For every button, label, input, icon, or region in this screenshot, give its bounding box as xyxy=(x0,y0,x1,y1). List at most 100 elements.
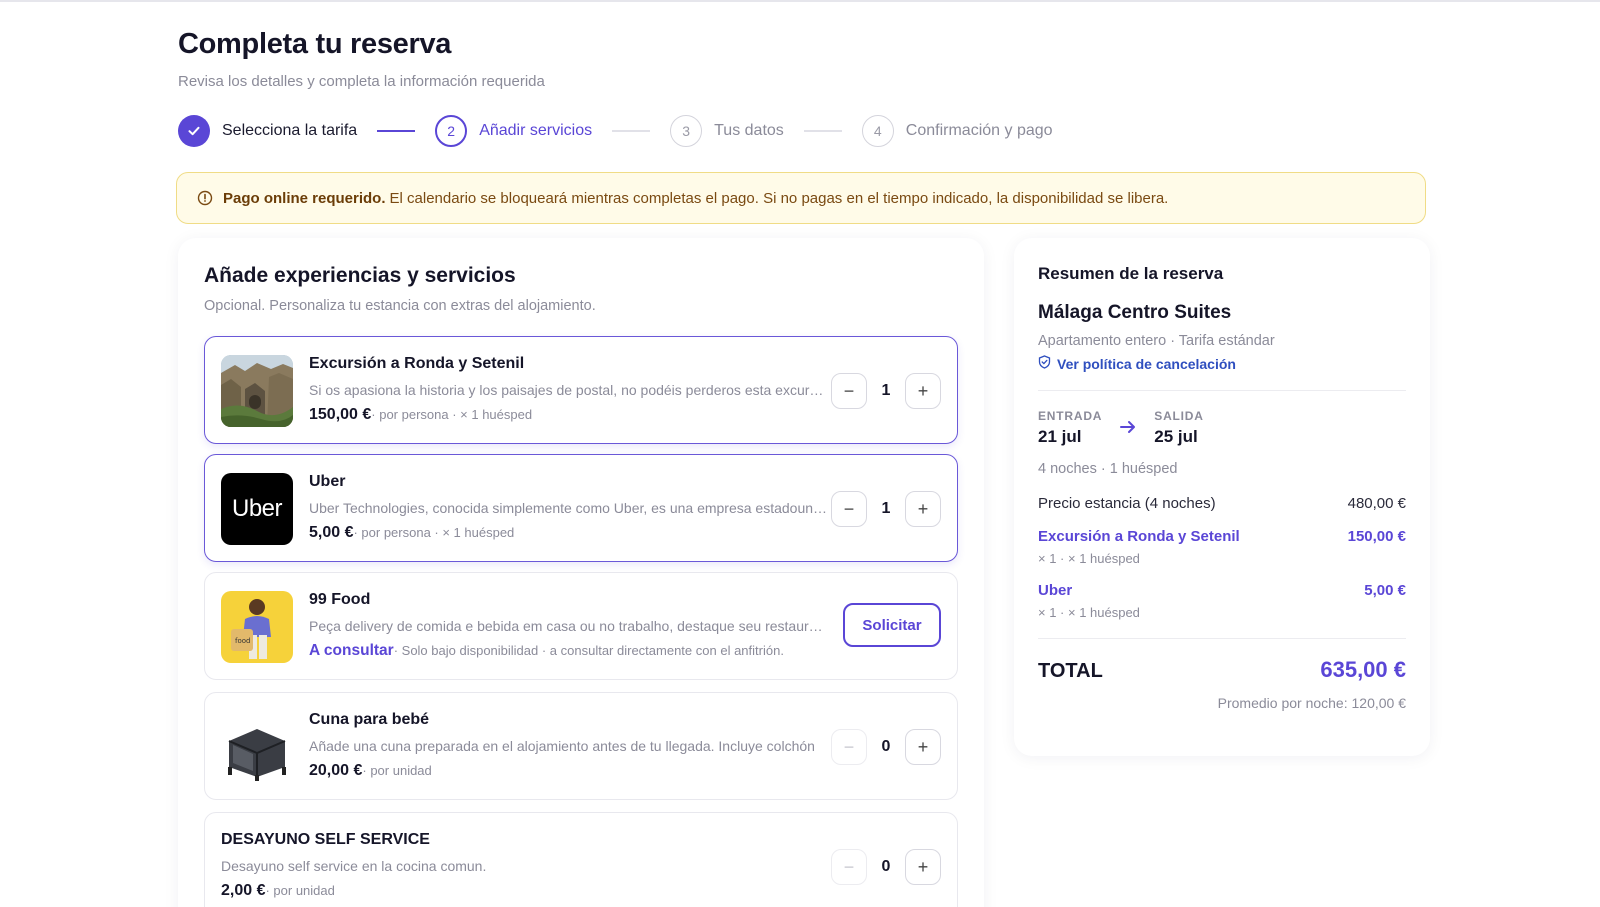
divider xyxy=(1038,390,1406,391)
service-description: Añade una cuna preparada en el alojamien… xyxy=(309,738,815,754)
extra-price: 5,00 € xyxy=(1364,582,1406,599)
service-name: DESAYUNO SELF SERVICE xyxy=(221,831,430,848)
step-add-services[interactable]: 2 Añadir servicios xyxy=(435,115,592,147)
step-connector xyxy=(803,130,842,132)
uber-logo: Uber xyxy=(221,473,293,545)
service-price-note: · por unidad xyxy=(265,883,335,898)
service-price: 5,00 € xyxy=(309,524,354,541)
service-description: Si os apasiona la historia y los paisaje… xyxy=(309,382,829,398)
step-number: 2 xyxy=(435,115,468,147)
service-item-ronda[interactable]: Excursión a Ronda y Setenil Si os apasio… xyxy=(204,336,958,444)
checkout: SALIDA 25 jul xyxy=(1154,409,1203,447)
increase-button[interactable]: + xyxy=(905,729,941,765)
increase-button[interactable]: + xyxy=(905,373,941,409)
service-price-note: · por persona · × 1 huésped xyxy=(371,407,533,422)
service-price: 2,00 € xyxy=(221,882,266,899)
page-subtitle: Revisa los detalles y completa la inform… xyxy=(178,73,545,90)
booking-page: Completa tu reserva Revisa los detalles … xyxy=(176,28,1428,224)
step-label: Selecciona la tarifa xyxy=(222,122,358,139)
service-name: Cuna para bebé xyxy=(309,711,430,728)
decrease-button[interactable]: − xyxy=(831,491,867,527)
booking-summary: Resumen de la reserva Málaga Centro Suit… xyxy=(1014,238,1430,756)
step-connector xyxy=(377,130,416,132)
quantity-stepper: − 1 + xyxy=(831,491,941,527)
service-price: 150,00 € xyxy=(309,406,372,423)
service-price-note: · por unidad xyxy=(362,763,432,778)
cancellation-policy-link[interactable]: Ver política de cancelación xyxy=(1038,355,1406,372)
average-per-night: Promedio por noche: 120,00 € xyxy=(1217,695,1406,711)
alert-text: El calendario se bloqueará mientras comp… xyxy=(389,189,1169,207)
quantity-value: 1 xyxy=(881,500,891,517)
decrease-button[interactable]: − xyxy=(831,849,867,885)
99food-image: food xyxy=(221,591,293,663)
payment-alert: Pago online requerido. El calendario se … xyxy=(176,172,1426,224)
request-button[interactable]: Solicitar xyxy=(843,603,941,647)
increase-button[interactable]: + xyxy=(905,849,941,885)
checkin-label: ENTRADA xyxy=(1038,409,1103,423)
service-item-uber[interactable]: Uber Uber Uber Technologies, conocida si… xyxy=(204,454,958,562)
service-price-row: 5,00 €· por persona · × 1 huésped xyxy=(309,524,829,542)
extra-detail: × 1 · × 1 huésped xyxy=(1038,551,1140,566)
hotel-type: Apartamento entero · Tarifa estándar xyxy=(1038,333,1275,349)
checkout-label: SALIDA xyxy=(1154,409,1204,423)
alert-title: Pago online requerido. xyxy=(223,189,386,207)
service-description: Uber Technologies, conocida simplemente … xyxy=(309,500,829,516)
service-item-crib[interactable]: Cuna para bebé Añade una cuna preparada … xyxy=(204,692,958,800)
hotel-name: Málaga Centro Suites xyxy=(1038,302,1232,323)
service-item-99food[interactable]: food 99 Food Peça delivery de comida e b… xyxy=(204,572,958,680)
summary-title: Resumen de la reserva xyxy=(1038,264,1224,283)
services-card: Añade experiencias y servicios Opcional.… xyxy=(178,238,984,907)
stepper: Selecciona la tarifa 2 Añadir servicios … xyxy=(178,114,1428,148)
decrease-button[interactable]: − xyxy=(831,373,867,409)
quantity-value: 1 xyxy=(881,382,891,399)
stay-price-row: Precio estancia (4 noches) 480,00 € xyxy=(1038,495,1406,512)
service-name: 99 Food xyxy=(309,591,371,608)
service-info: Excursión a Ronda y Setenil Si os apasio… xyxy=(309,355,829,424)
service-item-breakfast[interactable]: DESAYUNO SELF SERVICE Desayuno self serv… xyxy=(204,812,958,907)
service-price-note: · Solo bajo disponibilidad · a consultar… xyxy=(393,643,784,658)
extra-detail: × 1 · × 1 huésped xyxy=(1038,605,1140,620)
service-description: Peça delivery de comida e bebida em casa… xyxy=(309,618,829,634)
step-label: Añadir servicios xyxy=(479,122,593,139)
service-price-note: · por persona · × 1 huésped xyxy=(353,525,515,540)
top-border xyxy=(0,0,1600,2)
service-info: Cuna para bebé Añade una cuna preparada … xyxy=(309,711,829,780)
step-connector xyxy=(612,130,651,132)
extra-price: 150,00 € xyxy=(1347,528,1406,545)
decrease-button[interactable]: − xyxy=(831,729,867,765)
stay-price-value: 480,00 € xyxy=(1347,495,1406,512)
quantity-value: 0 xyxy=(881,858,891,875)
stay-price-label: Precio estancia (4 noches) xyxy=(1038,495,1216,512)
step-confirm-pay[interactable]: 4 Confirmación y pago xyxy=(861,115,1053,147)
service-info: 99 Food Peça delivery de comida e bebida… xyxy=(309,591,829,660)
crib-image xyxy=(221,711,293,783)
step-select-rate[interactable]: Selecciona la tarifa xyxy=(178,115,357,147)
step-your-data[interactable]: 3 Tus datos xyxy=(670,115,784,147)
service-description: Desayuno self service en la cocina comun… xyxy=(221,858,487,874)
total-value: 635,00 € xyxy=(1320,657,1406,682)
total-row: TOTAL 635,00 € xyxy=(1038,657,1406,683)
services-title: Añade experiencias y servicios xyxy=(204,264,516,287)
service-price: A consultar xyxy=(309,642,394,659)
shield-check-icon xyxy=(1038,355,1051,372)
arrow-right-icon xyxy=(1120,418,1136,439)
service-price: 20,00 € xyxy=(309,762,363,779)
divider xyxy=(1038,638,1406,639)
quantity-stepper: − 1 + xyxy=(831,373,941,409)
extra-name: Uber xyxy=(1038,582,1073,599)
svg-text:food: food xyxy=(235,637,250,645)
extra-name: Excursión a Ronda y Setenil xyxy=(1038,528,1240,545)
quantity-stepper: − 0 + xyxy=(831,729,941,765)
page-title: Completa tu reserva xyxy=(178,28,452,60)
policy-label: Ver política de cancelación xyxy=(1057,355,1236,372)
service-info: Uber Uber Technologies, conocida simplem… xyxy=(309,473,829,542)
total-label: TOTAL xyxy=(1038,660,1103,682)
quantity-value: 0 xyxy=(881,738,891,755)
quantity-stepper: − 0 + xyxy=(831,849,941,885)
service-price-row: 20,00 €· por unidad xyxy=(309,762,829,780)
checkin-date: 21 jul xyxy=(1038,427,1082,446)
increase-button[interactable]: + xyxy=(905,491,941,527)
nights-guests: 4 noches · 1 huésped xyxy=(1038,461,1178,477)
checkin: ENTRADA 21 jul xyxy=(1038,409,1102,447)
checkout-date: 25 jul xyxy=(1154,427,1198,446)
